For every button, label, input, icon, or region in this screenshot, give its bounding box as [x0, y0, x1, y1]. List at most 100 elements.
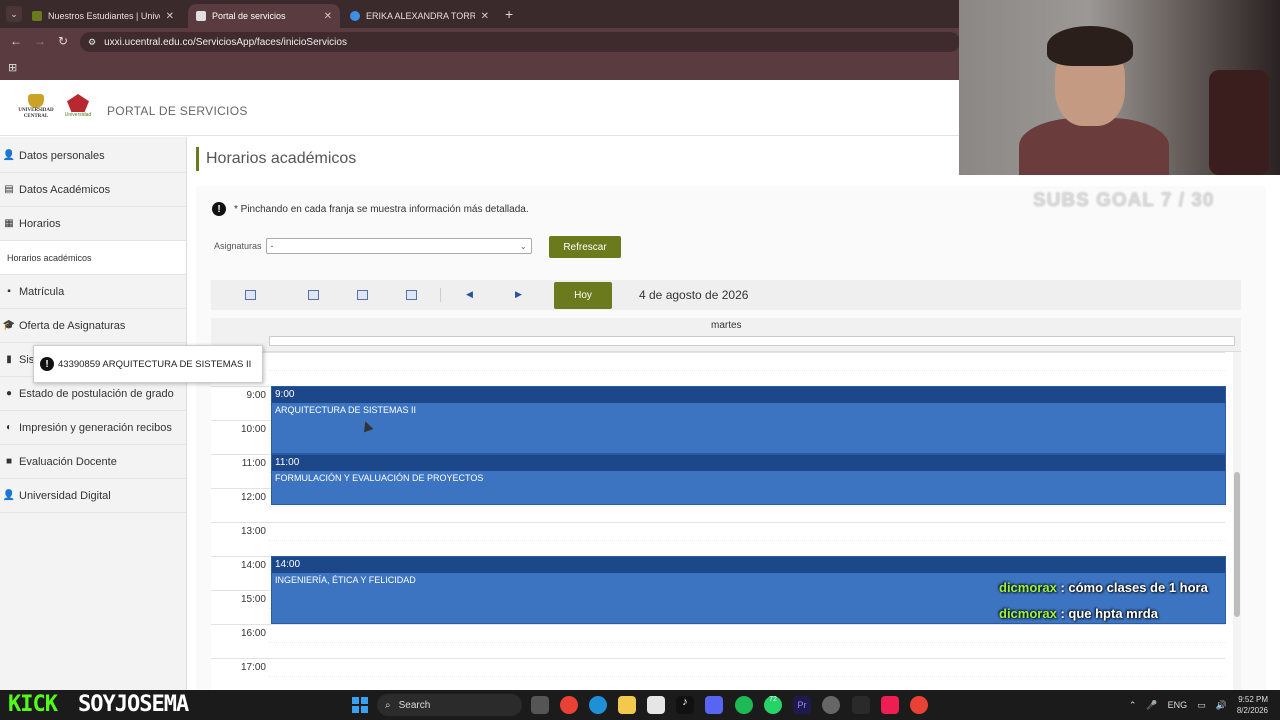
logo-text: Universidad — [64, 112, 92, 118]
gaming-chair — [1209, 70, 1269, 175]
sidebar-item-datos-personales[interactable]: 👤 Datos personales — [0, 139, 186, 173]
sidebar-item-horarios-academicos[interactable]: Horarios académicos — [0, 241, 186, 275]
windows-start-icon[interactable] — [352, 697, 368, 713]
tab-label: Portal de servicios — [212, 11, 286, 21]
settings-icon[interactable] — [822, 696, 840, 714]
forward-arrow-icon[interactable]: → — [34, 34, 46, 48]
app-icon[interactable] — [852, 696, 870, 714]
calendar-toolbar: ◀ ▶ Hoy 4 de agosto de 2026 — [211, 280, 1241, 310]
calendar-event[interactable]: 11:00 FORMULACIÓN Y EVALUACIÓN DE PROYEC… — [271, 454, 1226, 505]
sidebar-item-impresion[interactable]: ◐ Impresión y generación recibos — [0, 411, 186, 445]
task-view-icon[interactable] — [531, 696, 549, 714]
sidebar-item-label: Universidad Digital — [19, 489, 111, 502]
sidebar-item-label: Datos personales — [19, 149, 105, 162]
tab-favicon-icon — [32, 11, 42, 21]
calendar-time-grid: 9:00 10:00 11:00 12:00 13:00 14:00 15:00… — [211, 352, 1241, 690]
day-name: martes — [711, 320, 742, 331]
sidebar-item-label: Horarios académicos — [7, 252, 92, 263]
exclamation-icon: ! — [40, 357, 54, 371]
sidebar-item-datos-academicos[interactable]: ▤ Datos Académicos — [0, 173, 186, 207]
apps-grid-icon[interactable]: ⊞ — [8, 61, 17, 74]
sidebar-item-horarios[interactable]: ▦ Horarios — [0, 207, 186, 241]
hour-label: 10:00 — [240, 424, 266, 435]
chrome-icon[interactable] — [560, 696, 578, 714]
hour-row[interactable]: 17:00 — [211, 658, 1225, 690]
sidebar-item-evaluacion[interactable]: ■ Evaluación Docente — [0, 445, 186, 479]
clock-time: 9:52 PM — [1238, 695, 1268, 704]
sidebar-item-oferta[interactable]: 🎓 Oferta de Asignaturas — [0, 309, 186, 343]
language-indicator[interactable]: ENG — [1168, 700, 1188, 710]
discord-icon[interactable] — [705, 696, 723, 714]
close-tab-icon[interactable]: ✕ — [481, 11, 489, 22]
month-view-icon[interactable] — [357, 290, 368, 300]
sidebar-item-label: Impresión y generación recibos — [19, 421, 172, 434]
event-time: 11:00 — [272, 455, 1225, 471]
tiktok-live-icon[interactable] — [881, 696, 899, 714]
network-icon[interactable]: ▭ — [1197, 700, 1206, 711]
search-placeholder: Search — [398, 699, 431, 711]
browser-tab-estudiantes[interactable]: Nuestros Estudiantes | Universidad ✕ — [24, 4, 182, 28]
chrome-active-icon[interactable] — [910, 696, 928, 714]
week-view-icon[interactable] — [308, 290, 319, 300]
premiere-icon[interactable]: Pr — [793, 696, 811, 714]
refresh-button[interactable]: Refrescar — [549, 236, 621, 258]
hour-row[interactable]: 16:00 — [211, 624, 1225, 658]
all-day-strip[interactable] — [269, 336, 1235, 346]
tiktok-icon[interactable]: ♪ — [676, 696, 694, 714]
spotify-icon[interactable] — [735, 696, 753, 714]
store-icon[interactable] — [647, 696, 665, 714]
reload-icon[interactable]: ↻ — [58, 34, 68, 48]
asignaturas-label: Asignaturas — [214, 241, 262, 251]
close-tab-icon[interactable]: ✕ — [166, 11, 174, 22]
day-view-icon[interactable] — [245, 290, 256, 300]
chat-message: dicmorax : cómo clases de 1 hora — [999, 580, 1208, 595]
info-text: * Pinchando en cada franja se muestra in… — [234, 203, 529, 215]
kick-logo: KICK — [8, 692, 58, 717]
calendar-icon: ▦ — [4, 218, 14, 229]
agenda-view-icon[interactable] — [406, 290, 417, 300]
toolbar-divider — [440, 288, 441, 302]
tab-favicon-icon — [350, 11, 360, 21]
url-text: uxxi.ucentral.edu.co/ServiciosApp/faces/… — [104, 36, 347, 48]
file-explorer-icon[interactable] — [618, 696, 636, 714]
calendar-event[interactable]: 9:00 ARQUITECTURA DE SISTEMAS II — [271, 386, 1226, 454]
site-info-icon[interactable]: ⚙ — [88, 37, 96, 48]
previous-arrow-icon[interactable]: ◀ — [466, 289, 473, 300]
sidebar-item-universidad-digital[interactable]: 👤 Universidad Digital — [0, 479, 186, 513]
sidebar-item-label: Matrícula — [19, 285, 65, 298]
chat-username: dicmorax — [999, 580, 1057, 595]
asignaturas-select[interactable]: - ⌄ — [265, 238, 532, 254]
subs-goal-overlay: SUBS GOAL 7 / 30 — [1033, 190, 1215, 211]
whatsapp-icon[interactable]: 72 — [764, 696, 782, 714]
calendar-day-header: martes — [211, 318, 1241, 352]
edge-icon[interactable] — [589, 696, 607, 714]
microphone-icon[interactable]: 🎤 — [1146, 700, 1157, 711]
hour-row[interactable]: 13:00 — [211, 522, 1225, 556]
tab-search-dropdown-icon[interactable]: ⌄ — [6, 6, 22, 22]
universidad-central-logo[interactable]: UNIVERSIDAD CENTRAL — [16, 94, 56, 124]
tab-label: ERIKA ALEXANDRA TORRADO — [366, 11, 475, 21]
back-arrow-icon[interactable]: ← — [10, 34, 22, 48]
next-arrow-icon[interactable]: ▶ — [515, 289, 522, 300]
calendar-scrollbar[interactable] — [1233, 352, 1241, 690]
hour-row[interactable] — [211, 352, 1225, 386]
portal-title: PORTAL DE SERVICIOS — [107, 104, 248, 118]
taskbar-clock[interactable]: 9:52 PM 8/2/2026 — [1237, 694, 1268, 716]
sidebar-item-matricula[interactable]: ▪ Matrícula — [0, 275, 186, 309]
event-title: ARQUITECTURA DE SISTEMAS II — [275, 405, 417, 415]
hour-label: 16:00 — [240, 628, 266, 639]
today-button[interactable]: Hoy — [554, 282, 612, 309]
close-tab-icon[interactable]: ✕ — [324, 11, 332, 22]
event-tooltip: ! 43390859 ARQUITECTURA DE SISTEMAS II — [33, 345, 263, 383]
hour-label: 9:00 — [246, 390, 266, 401]
streamer-shirt — [1019, 118, 1169, 175]
new-tab-icon[interactable]: + — [505, 6, 513, 22]
address-bar[interactable]: ⚙ uxxi.ucentral.edu.co/ServiciosApp/face… — [80, 32, 960, 52]
clock-date: 8/2/2026 — [1236, 706, 1268, 715]
volume-icon[interactable]: 🔊 — [1216, 700, 1227, 711]
browser-tab-erika[interactable]: ERIKA ALEXANDRA TORRADO ✕ — [342, 4, 497, 28]
browser-tab-portal[interactable]: Portal de servicios ✕ — [188, 4, 340, 28]
chevron-up-icon[interactable]: ⌃ — [1129, 700, 1137, 711]
taskbar-search[interactable]: ⌕ Search — [377, 694, 522, 716]
scrollbar-thumb[interactable] — [1234, 472, 1240, 617]
